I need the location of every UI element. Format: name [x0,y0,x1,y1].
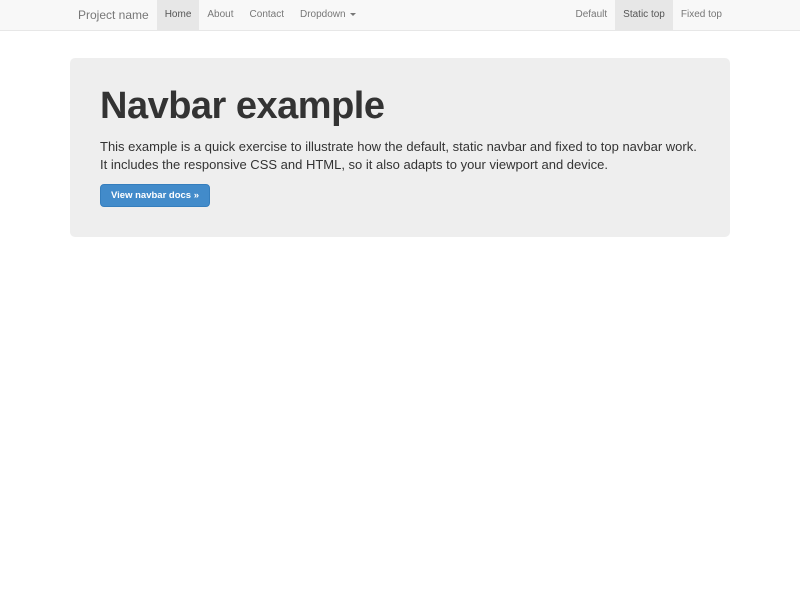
caret-down-icon [350,13,356,16]
nav-item-dropdown: Dropdown [292,0,364,30]
nav-item-contact: Contact [242,0,292,30]
nav-item-about: About [199,0,241,30]
navbar-brand[interactable]: Project name [70,0,157,30]
navbar: Project name Home About Contact Dropdown… [0,0,800,31]
view-navbar-docs-button[interactable]: View navbar docs » [100,184,210,207]
nav-link-fixed-top[interactable]: Fixed top [673,0,730,30]
dropdown-label: Dropdown [300,9,346,20]
nav-link-home[interactable]: Home [157,0,200,30]
navbar-left-group: Project name Home About Contact Dropdown [70,0,364,30]
nav-link-default[interactable]: Default [567,0,615,30]
jumbotron-description: This example is a quick exercise to illu… [100,138,700,175]
nav-link-dropdown[interactable]: Dropdown [292,0,364,30]
nav-item-static-top: Static top [615,0,673,30]
nav-item-home: Home [157,0,200,30]
navbar-left-nav: Home About Contact Dropdown [157,0,364,30]
nav-item-default: Default [567,0,615,30]
navbar-inner: Project name Home About Contact Dropdown… [70,0,730,30]
navbar-right-nav: Default Static top Fixed top [567,0,730,30]
nav-link-static-top[interactable]: Static top [615,0,673,30]
nav-item-fixed-top: Fixed top [673,0,730,30]
nav-link-about[interactable]: About [199,0,241,30]
nav-link-contact[interactable]: Contact [242,0,292,30]
page-title: Navbar example [100,86,700,128]
jumbotron: Navbar example This example is a quick e… [70,58,730,237]
